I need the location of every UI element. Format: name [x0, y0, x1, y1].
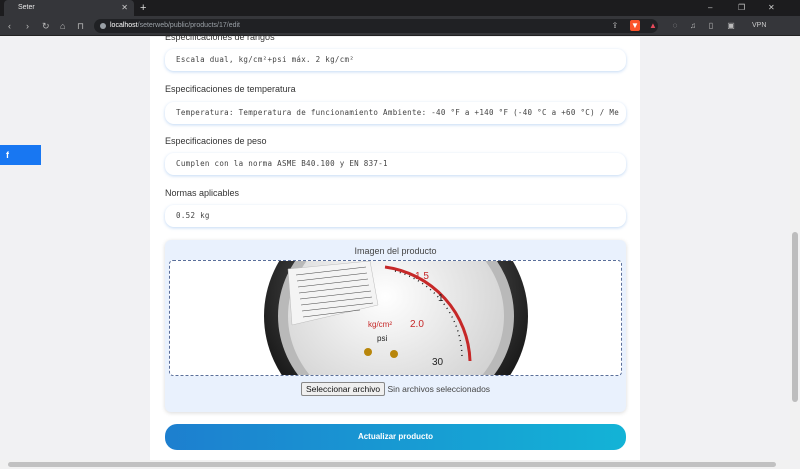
peso-label: Especificaciones de peso [165, 136, 267, 146]
bookmark-icon[interactable]: ⊓ [77, 16, 84, 36]
tab-title: Seter [18, 4, 35, 11]
new-tab-icon[interactable]: + [140, 0, 146, 16]
vertical-scrollbar[interactable] [790, 37, 800, 460]
leo-icon[interactable]: ◌ [670, 20, 680, 31]
svg-text:1: 1 [438, 293, 444, 304]
horizontal-scrollbar[interactable] [0, 460, 790, 469]
maximize-icon[interactable]: ❐ [738, 0, 745, 16]
temperatura-label: Especificaciones de temperatura [165, 84, 296, 94]
vpn-button[interactable]: VPN [752, 16, 766, 36]
sidebar-icon[interactable]: ▯ [706, 20, 716, 31]
forward-icon[interactable]: › [26, 16, 29, 36]
image-panel: Imagen del producto 1.5 1 2.0 kg/cm² psi… [165, 240, 626, 412]
wallet-icon[interactable]: ▣ [726, 20, 736, 31]
peso-field[interactable]: Cumplen con la norma ASME B40.100 y EN 8… [165, 153, 626, 175]
share-icon[interactable]: ⇪ [610, 20, 620, 31]
select-file-button[interactable]: Seleccionar archivo [300, 382, 386, 396]
image-title: Imagen del producto [354, 246, 437, 256]
browser-tab[interactable]: Seter ✕ [4, 0, 134, 16]
url-path: /seterweb/public/products/17/edit [137, 22, 240, 29]
vertical-scroll-thumb[interactable] [792, 232, 798, 402]
media-icon[interactable]: ♫ [688, 20, 698, 31]
normas-label: Normas aplicables [165, 188, 240, 198]
tab-close-icon[interactable]: ✕ [121, 0, 128, 16]
window-close-icon[interactable]: ✕ [768, 0, 775, 16]
brave-rewards-icon[interactable]: ▲ [648, 20, 658, 31]
minimize-icon[interactable]: – [708, 0, 712, 16]
image-dropzone[interactable]: 1.5 1 2.0 kg/cm² psi 30 [169, 260, 622, 376]
brave-shield-icon[interactable]: ▼ [630, 20, 640, 31]
svg-text:psi: psi [377, 334, 387, 343]
reload-icon[interactable]: ↻ [42, 16, 50, 36]
facebook-icon[interactable]: f [0, 145, 41, 165]
normas-field[interactable]: 0.52 kg [165, 205, 626, 227]
url-field[interactable]: localhost/seterweb/public/products/17/ed… [94, 19, 658, 33]
back-icon[interactable]: ‹ [8, 16, 11, 36]
rangos-label: Especificaciones de rangos [165, 32, 275, 42]
site-info-icon[interactable] [100, 23, 106, 29]
product-image: 1.5 1 2.0 kg/cm² psi 30 [264, 261, 528, 375]
temperatura-field[interactable]: Temperatura: Temperatura de funcionamien… [165, 102, 626, 124]
address-bar-row: ‹ › ↻ ⌂ ⊓ localhost/seterweb/public/prod… [0, 16, 800, 36]
file-input-row: Seleccionar archivo Sin archivos selecci… [165, 382, 626, 396]
svg-text:30: 30 [432, 357, 444, 368]
svg-text:1.5: 1.5 [415, 271, 429, 282]
update-product-button[interactable]: Actualizar producto [165, 424, 626, 450]
rangos-field[interactable]: Escala dual, kg/cm²+psi máx. 2 kg/cm² [165, 49, 626, 71]
file-status: Sin archivos seleccionados [387, 384, 491, 394]
home-icon[interactable]: ⌂ [60, 16, 65, 36]
horizontal-scroll-thumb[interactable] [8, 462, 776, 467]
browser-tab-bar: Seter ✕ + – ❐ ✕ [0, 0, 800, 16]
url-host: localhost [110, 22, 138, 29]
svg-text:kg/cm²: kg/cm² [368, 320, 392, 329]
svg-text:2.0: 2.0 [410, 319, 424, 330]
